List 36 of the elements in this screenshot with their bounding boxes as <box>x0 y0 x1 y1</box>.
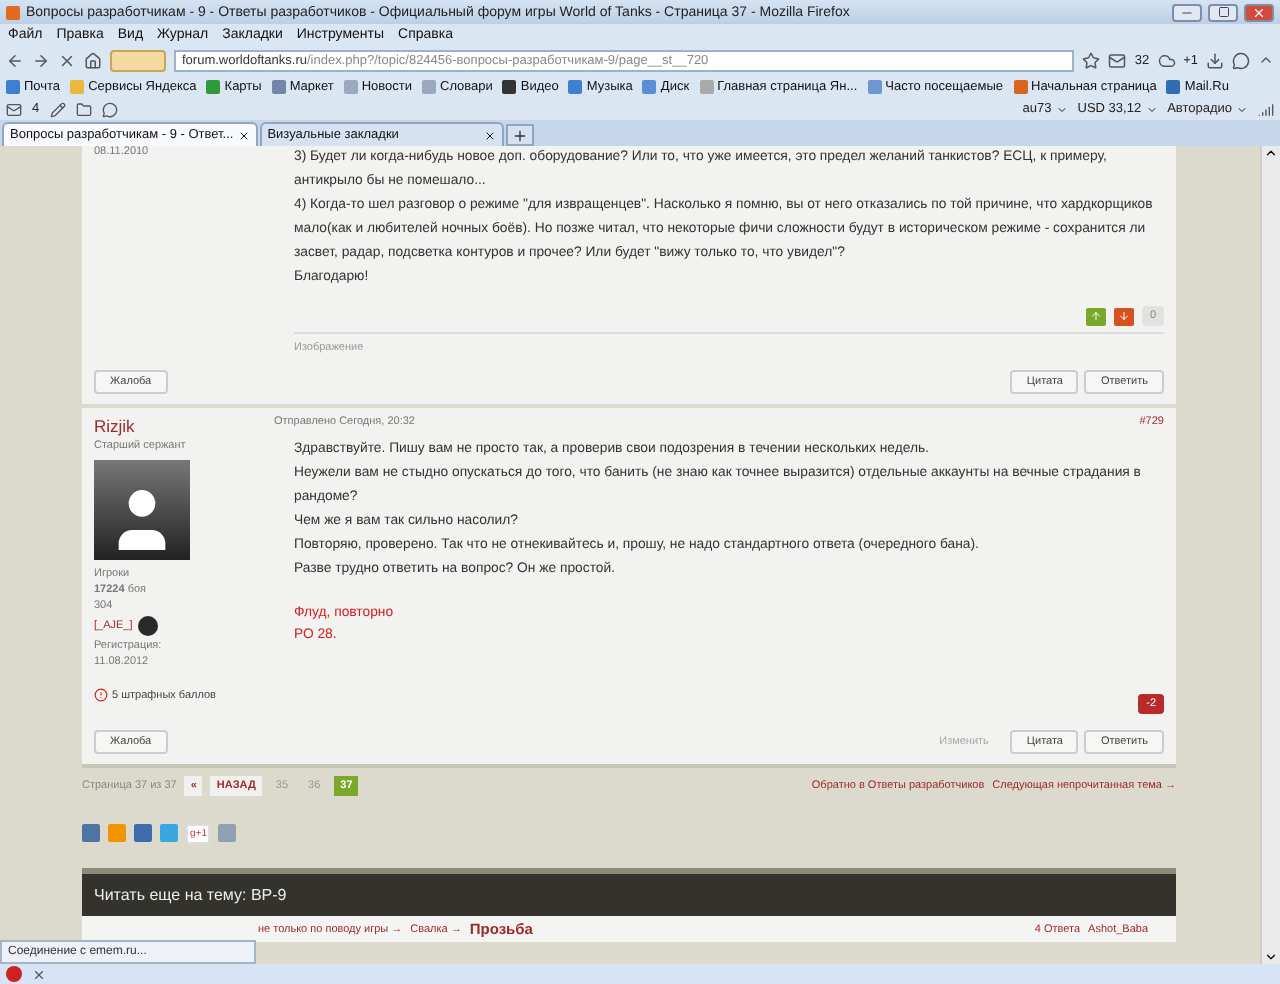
plus-icon <box>511 127 528 143</box>
pencil-icon[interactable] <box>49 101 66 117</box>
forward-icon[interactable] <box>32 51 50 69</box>
stop-icon[interactable] <box>58 51 76 69</box>
new-tab-button[interactable] <box>505 124 534 146</box>
maximize-button[interactable] <box>1208 3 1238 21</box>
warning-icon <box>94 688 108 702</box>
mail-icon[interactable] <box>1108 51 1127 69</box>
download-icon[interactable] <box>1206 51 1224 69</box>
signal-icon[interactable] <box>1258 101 1274 117</box>
maximize-icon <box>1217 6 1229 18</box>
back-icon[interactable] <box>6 51 24 69</box>
close-icon <box>1252 5 1266 19</box>
chevron-up-icon[interactable] <box>1258 52 1274 68</box>
scroll-up-icon[interactable] <box>1264 146 1278 160</box>
caret-icon <box>1145 103 1158 115</box>
scrollbar[interactable] <box>1260 146 1280 964</box>
chat-icon[interactable] <box>1232 51 1250 69</box>
folder-icon[interactable] <box>75 101 92 117</box>
close-icon[interactable] <box>483 129 496 141</box>
arrow-up-icon <box>1089 310 1102 322</box>
vote-down-button[interactable] <box>1113 307 1134 325</box>
author-name[interactable]: Rizjik <box>94 416 274 436</box>
scroll-down-icon[interactable] <box>1264 950 1278 964</box>
close-button[interactable] <box>1244 3 1274 21</box>
star-icon[interactable] <box>1082 51 1101 69</box>
browser-icon <box>6 5 20 19</box>
caret-icon <box>1236 103 1248 115</box>
home-icon[interactable] <box>84 51 102 69</box>
cloud-icon[interactable] <box>1157 51 1176 69</box>
arrow-down-icon <box>1117 310 1130 322</box>
adblock-icon[interactable] <box>6 966 22 982</box>
close-icon[interactable] <box>237 129 250 141</box>
caret-icon <box>1055 103 1068 115</box>
related-title: Читать еще на тему: ВР-9 <box>94 886 287 904</box>
chat-icon[interactable] <box>101 101 118 117</box>
